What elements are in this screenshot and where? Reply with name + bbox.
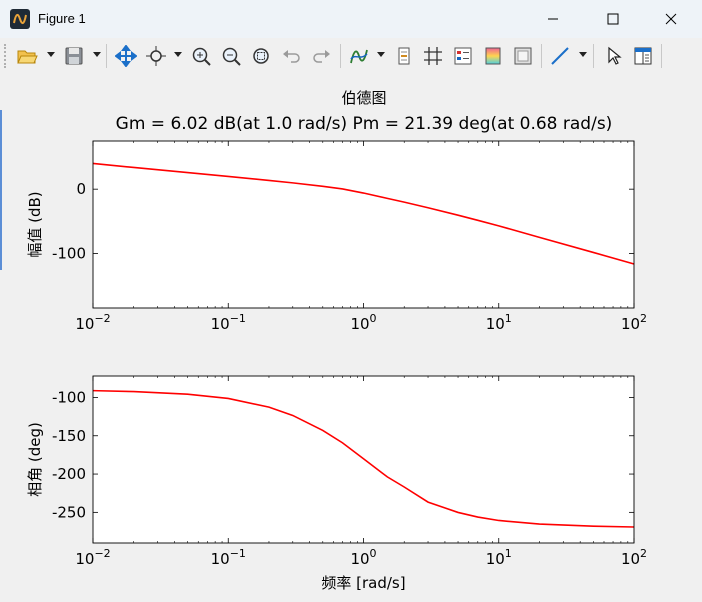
line-style-dropdown[interactable]	[579, 52, 587, 57]
edit-plot-button[interactable]	[600, 43, 626, 69]
x-tick-label: 100	[350, 547, 376, 568]
grid-icon	[424, 47, 442, 65]
toolbar-separator	[106, 44, 107, 68]
line-icon	[551, 47, 569, 65]
maximize-button[interactable]	[590, 0, 636, 38]
magnitude-axes[interactable]: 10−2 10−1 100 101 102 0 -100 幅值 (dB)	[26, 140, 647, 333]
reset-view-button[interactable]	[248, 43, 274, 69]
function-icon	[350, 49, 368, 64]
x-tick-label: 10−2	[75, 312, 110, 333]
toolbar-grip	[4, 44, 8, 68]
zoom-out-icon	[222, 47, 241, 66]
x-tick-label: 100	[350, 312, 376, 333]
minimize-icon	[548, 18, 558, 20]
legend-icon	[454, 47, 472, 65]
colormap-icon	[485, 47, 501, 65]
property-editor-button[interactable]	[630, 43, 656, 69]
open-file-button[interactable]	[14, 43, 40, 69]
toolbar-separator	[541, 44, 542, 68]
zoom-out-button[interactable]	[218, 43, 244, 69]
y-axis-label: 相角 (deg)	[26, 422, 44, 497]
figure-canvas[interactable]: 伯德图 Gm = 6.02 dB(at 1.0 rad/s) Pm = 21.3…	[0, 76, 702, 602]
undo-icon	[283, 50, 300, 63]
x-tick-label: 10−1	[211, 547, 246, 568]
axes-box-button[interactable]	[510, 43, 536, 69]
insert-colorbar-button[interactable]	[391, 43, 417, 69]
y-tick-label: -150	[52, 427, 86, 445]
grid-button[interactable]	[420, 43, 446, 69]
open-file-dropdown[interactable]	[47, 52, 55, 57]
y-tick-label: -100	[52, 388, 86, 406]
pan-icon	[115, 45, 137, 67]
save-button[interactable]	[61, 43, 87, 69]
insert-function-button[interactable]	[346, 43, 372, 69]
toolbar-separator	[340, 44, 341, 68]
save-dropdown[interactable]	[93, 52, 101, 57]
x-tick-label: 101	[486, 312, 512, 333]
cursor-icon	[608, 46, 622, 65]
y-tick-label: 0	[76, 180, 86, 198]
redo-icon	[313, 50, 330, 63]
data-cursor-icon	[146, 46, 166, 66]
axes-background	[93, 141, 634, 308]
close-icon	[665, 13, 677, 25]
chart-title: 伯德图	[341, 89, 386, 107]
app-icon	[10, 9, 30, 29]
chart-subtitle: Gm = 6.02 dB(at 1.0 rad/s) Pm = 21.39 de…	[116, 114, 613, 134]
folder-open-icon	[17, 50, 38, 64]
phase-axes[interactable]: 10−2 10−1 100 101 102 -100 -150 -200 -250 相角 (deg…	[26, 375, 647, 592]
x-tick-label: 10−2	[75, 547, 110, 568]
toolbar-separator	[661, 44, 662, 68]
insert-function-dropdown[interactable]	[377, 52, 385, 57]
zoom-in-icon	[192, 47, 211, 66]
y-tick-label: -200	[52, 465, 86, 483]
reset-view-icon	[253, 48, 269, 64]
x-tick-label: 101	[486, 547, 512, 568]
minimize-button[interactable]	[530, 0, 576, 38]
data-cursor-dropdown[interactable]	[174, 52, 182, 57]
zoom-in-button[interactable]	[188, 43, 214, 69]
y-tick-label: -250	[52, 503, 86, 521]
x-tick-label: 10−1	[211, 312, 246, 333]
redo-button[interactable]	[308, 43, 334, 69]
window-title: Figure 1	[38, 11, 86, 26]
y-tick-label: -100	[52, 244, 86, 262]
colorbar-icon	[398, 47, 410, 65]
toolbar-separator	[593, 44, 594, 68]
data-cursor-button[interactable]	[143, 43, 169, 69]
close-button[interactable]	[648, 0, 694, 38]
save-icon	[65, 47, 83, 65]
maximize-icon	[607, 13, 619, 25]
pan-button[interactable]	[113, 43, 139, 69]
x-axis-label: 频率 [rad/s]	[321, 574, 405, 592]
property-editor-icon	[634, 47, 652, 65]
undo-button[interactable]	[279, 43, 305, 69]
axes-box-icon	[514, 47, 532, 65]
line-style-button[interactable]	[547, 43, 573, 69]
y-axis-label: 幅值 (dB)	[26, 191, 44, 257]
colormap-button[interactable]	[480, 43, 506, 69]
x-tick-label: 102	[621, 312, 647, 333]
x-tick-label: 102	[621, 547, 647, 568]
insert-legend-button[interactable]	[450, 43, 476, 69]
